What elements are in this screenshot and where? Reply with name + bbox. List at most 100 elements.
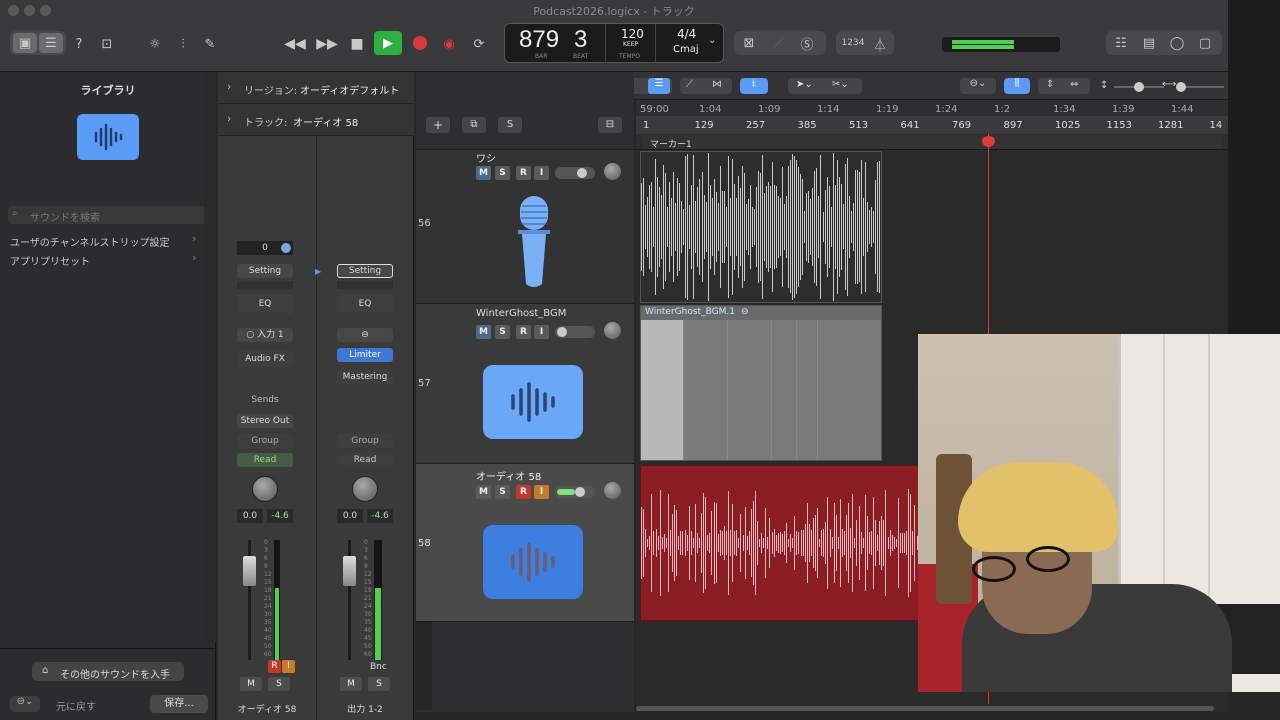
inspector-toggle-icon[interactable]: ☰ <box>39 33 63 53</box>
marker-label[interactable]: マーカー1 <box>650 137 692 150</box>
automation-read-button[interactable]: Read <box>237 453 293 467</box>
count-in-button[interactable]: 1234 <box>840 33 866 53</box>
pan-knob[interactable] <box>252 476 278 502</box>
capture-record-icon[interactable]: ◉ <box>440 34 458 54</box>
flex-icon[interactable]: ⋈ <box>712 79 722 90</box>
volume-fader[interactable] <box>243 556 256 586</box>
horizontal-zoom-slider[interactable] <box>1176 82 1224 92</box>
play-button[interactable]: ▶ <box>374 31 402 55</box>
input-button[interactable]: ○ 入力 1 <box>237 328 293 342</box>
setting-button[interactable]: Setting <box>237 264 293 278</box>
more-sounds-button[interactable]: ⌂ その他のサウンドを入手 <box>32 662 184 681</box>
track-row[interactable]: 56 ワシ M S R I <box>416 150 634 304</box>
audio-fx-slot[interactable]: Audio FX <box>237 351 293 367</box>
library-scrollbar[interactable] <box>204 72 216 642</box>
marker-track[interactable] <box>642 135 1222 149</box>
sends-slot[interactable]: Sends <box>237 393 293 407</box>
rewind-icon[interactable]: ◀◀ <box>284 34 306 54</box>
mixer-icon[interactable]: ⫶ <box>173 34 193 54</box>
help-icon[interactable]: ? <box>70 34 88 54</box>
collapse-tracks-icon[interactable]: ⊟ <box>598 117 622 133</box>
fast-forward-icon[interactable]: ▶▶ <box>316 34 338 54</box>
bar-ruler[interactable] <box>636 116 1228 134</box>
global-solo-button[interactable]: S <box>498 117 522 133</box>
revert-button[interactable]: 元に戻す <box>56 698 96 713</box>
limiter-plugin-slot[interactable]: Limiter <box>337 348 393 362</box>
snap-menu-icon[interactable]: ⊖⌄ <box>960 78 996 94</box>
mastering-slot[interactable]: Mastering <box>337 370 393 384</box>
region-inspector-header[interactable]: › リージョン: オーディオデフォルト <box>218 72 414 104</box>
loop-browser-icon[interactable]: ◯ <box>1166 33 1188 53</box>
catch-playhead-icon[interactable]: ⤈ <box>740 78 768 94</box>
stop-icon[interactable]: ■ <box>346 34 368 54</box>
record-enable-button[interactable]: R <box>268 660 281 673</box>
cycle-icon[interactable]: ⟳ <box>468 34 490 54</box>
track-volume-slider[interactable] <box>555 326 595 338</box>
pan-knob[interactable] <box>352 476 378 502</box>
track-row[interactable]: 58 オーディオ 58 M S R I <box>416 464 634 622</box>
library-actions-menu-icon[interactable]: ⊖⌄ <box>10 696 40 712</box>
vertical-zoom-slider[interactable] <box>1114 82 1164 92</box>
group-button[interactable]: Group <box>237 434 293 448</box>
automation-icon[interactable]: ⟋ <box>686 79 693 90</box>
automation-read-button[interactable]: Read <box>337 453 393 467</box>
record-button[interactable] <box>406 31 434 55</box>
lcd-display[interactable]: 879 3 BAR BEAT 120 KEEP TEMPO 4/4 Cmaj ⌄ <box>504 23 724 63</box>
fit-vertical-icon[interactable]: ⇕ <box>1046 79 1054 90</box>
list-editors-icon[interactable]: ☷ <box>1110 33 1132 53</box>
list-view-icon[interactable]: ☰ <box>648 78 670 94</box>
library-toggle-icon[interactable]: ▣ <box>13 33 37 53</box>
fit-horizontal-icon[interactable]: ⇔ <box>1070 79 1078 90</box>
toolbar-toggle-icon[interactable]: ⊡ <box>96 34 118 54</box>
add-track-button[interactable]: + <box>426 117 450 133</box>
output-button[interactable]: Stereo Out <box>237 414 293 428</box>
track-record-button[interactable]: R <box>516 325 531 339</box>
eq-button[interactable]: EQ <box>237 294 293 314</box>
eq-button[interactable]: EQ <box>337 294 393 314</box>
solo-icon[interactable]: Ⓢ <box>796 33 818 53</box>
tuner-icon[interactable]: ⟋ <box>768 33 790 53</box>
smart-controls-icon[interactable]: ☼ <box>145 34 165 54</box>
track-solo-button[interactable]: S <box>495 325 510 339</box>
track-name[interactable]: ワシ <box>476 150 496 165</box>
track-input-monitor-button[interactable]: I <box>534 325 549 339</box>
audio-region-voice[interactable] <box>640 151 882 303</box>
gain-knob[interactable] <box>281 243 291 253</box>
track-row[interactable]: 57 WinterGhost_BGM M S R I <box>416 304 634 464</box>
replace-icon[interactable]: ⊠ <box>738 33 760 53</box>
save-button[interactable]: 保存... <box>150 695 208 713</box>
lcd-dropdown-chevron-icon[interactable]: ⌄ <box>708 35 716 46</box>
duplicate-track-icon[interactable]: ⧉ <box>462 117 486 133</box>
metronome-icon[interactable]: ⏃ <box>870 33 890 53</box>
bounce-button[interactable]: Bnc <box>370 662 387 672</box>
scissors-tool-icon[interactable]: ✂⌄ <box>832 79 849 90</box>
pointer-tool-icon[interactable]: ➤⌄ <box>796 79 813 90</box>
mute-button[interactable]: M <box>340 677 362 691</box>
solo-button[interactable]: S <box>368 677 390 691</box>
volume-fader[interactable] <box>343 556 356 586</box>
track-pan-knob[interactable] <box>604 163 621 180</box>
track-mute-button[interactable]: M <box>476 485 491 499</box>
stereo-link-icon[interactable]: ⊖ <box>337 328 393 342</box>
group-button[interactable]: Group <box>337 434 393 448</box>
library-search-input[interactable]: ⌕ サウンドを検索 <box>8 206 208 224</box>
waveform-zoom-icon[interactable]: ⫼ <box>1004 78 1030 94</box>
track-mute-button[interactable]: M <box>476 325 491 339</box>
track-name[interactable]: WinterGhost_BGM <box>476 308 566 319</box>
audio-region-recorded[interactable] <box>640 465 930 621</box>
input-monitor-button[interactable]: I <box>282 660 295 673</box>
track-solo-button[interactable]: S <box>495 166 510 180</box>
track-mute-button[interactable]: M <box>476 166 491 180</box>
track-volume-slider[interactable] <box>555 167 595 179</box>
track-inspector-header[interactable]: › トラック: オーディオ 58 <box>218 104 414 136</box>
note-pad-icon[interactable]: ▤ <box>1138 33 1160 53</box>
track-input-monitor-button[interactable]: I <box>534 166 549 180</box>
setting-button[interactable]: Setting <box>337 264 393 278</box>
library-item-app-presets[interactable]: アプリプリセット <box>10 253 90 268</box>
track-pan-knob[interactable] <box>604 322 621 339</box>
track-name[interactable]: オーディオ 58 <box>476 468 541 483</box>
mute-button[interactable]: M <box>240 677 262 691</box>
editors-icon[interactable]: ✎ <box>200 34 220 54</box>
track-record-button[interactable]: R <box>516 485 531 499</box>
track-solo-button[interactable]: S <box>495 485 510 499</box>
